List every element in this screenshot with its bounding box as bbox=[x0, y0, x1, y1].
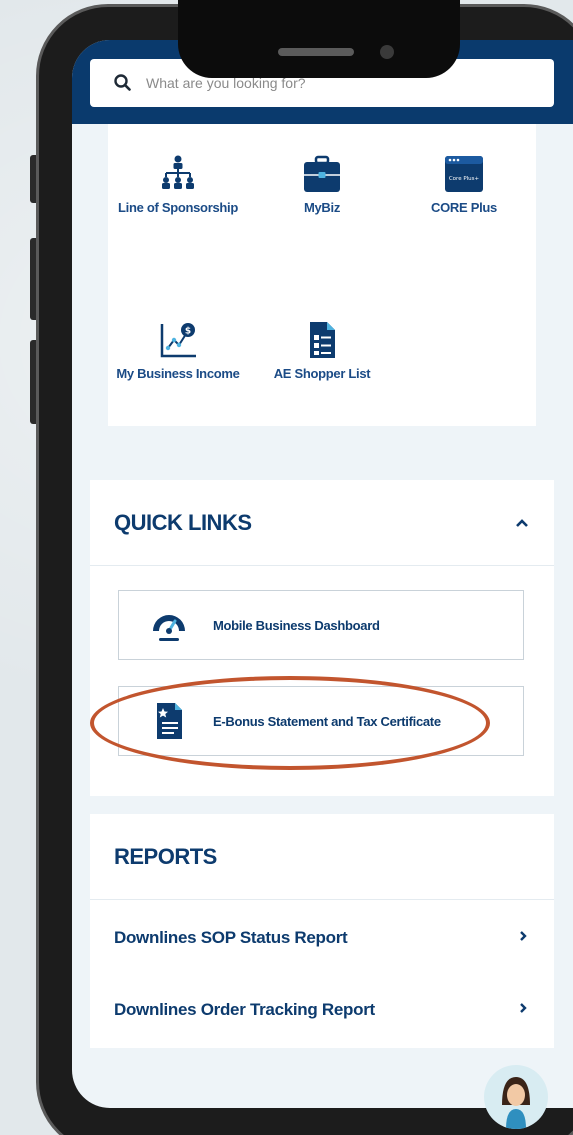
app-ae-shopper-list[interactable]: AE Shopper List bbox=[252, 320, 392, 381]
document-star-icon bbox=[149, 701, 189, 741]
reports-title: REPORTS bbox=[114, 843, 217, 869]
quick-link-label: Mobile Business Dashboard bbox=[213, 617, 380, 633]
chevron-up-icon[interactable] bbox=[514, 515, 530, 531]
app-label: My Business Income bbox=[116, 366, 240, 381]
search-icon bbox=[112, 72, 134, 94]
quick-links-card: QUICK LINKS Mobile Business Dashboard E-… bbox=[90, 480, 554, 796]
app-label: MyBiz bbox=[303, 200, 341, 215]
front-camera bbox=[380, 45, 394, 59]
app-core-plus[interactable]: Core Plus+ CORE Plus bbox=[394, 154, 534, 215]
app-line-of-sponsorship[interactable]: Line of Sponsorship bbox=[108, 154, 248, 215]
report-label: Downlines SOP Status Report bbox=[114, 928, 348, 947]
reports-card: REPORTS Downlines SOP Status Report Down… bbox=[90, 814, 554, 1048]
report-downlines-order-tracking[interactable]: Downlines Order Tracking Report bbox=[90, 974, 554, 1046]
income-chart-icon: $ bbox=[158, 320, 198, 360]
app-label: Line of Sponsorship bbox=[118, 200, 238, 215]
app-mybiz[interactable]: MyBiz bbox=[252, 154, 392, 215]
core-plus-window-icon: Core Plus+ bbox=[444, 154, 484, 194]
chevron-right-icon bbox=[516, 1001, 530, 1020]
quick-link-e-bonus-statement[interactable]: E-Bonus Statement and Tax Certificate bbox=[118, 686, 524, 756]
phone-notch bbox=[178, 0, 460, 78]
app-label: CORE Plus bbox=[431, 200, 497, 215]
report-downlines-sop-status[interactable]: Downlines SOP Status Report bbox=[90, 902, 554, 974]
quick-link-label: E-Bonus Statement and Tax Certificate bbox=[213, 713, 441, 729]
speedometer-icon bbox=[149, 605, 189, 645]
core-plus-icon-text: Core Plus+ bbox=[449, 176, 480, 182]
chevron-right-icon bbox=[516, 929, 530, 948]
reports-header: REPORTS bbox=[90, 814, 554, 900]
app-label: AE Shopper List bbox=[273, 366, 371, 381]
chat-assistant-avatar[interactable] bbox=[484, 1065, 548, 1129]
shopper-list-icon bbox=[302, 320, 342, 360]
app-grid: Line of Sponsorship MyBiz Core Plus+ COR… bbox=[108, 124, 536, 426]
phone-screen: Line of Sponsorship MyBiz Core Plus+ bbox=[72, 40, 573, 1108]
svg-text:$: $ bbox=[185, 327, 191, 337]
quick-link-mobile-business-dashboard[interactable]: Mobile Business Dashboard bbox=[118, 590, 524, 660]
report-label: Downlines Order Tracking Report bbox=[114, 1000, 375, 1019]
org-chart-icon bbox=[158, 154, 198, 194]
app-my-business-income[interactable]: $ My Business Income bbox=[108, 320, 248, 381]
speaker-grille bbox=[278, 48, 354, 56]
assistant-avatar-icon bbox=[502, 1077, 530, 1129]
briefcase-icon bbox=[302, 154, 342, 194]
quick-links-header[interactable]: QUICK LINKS bbox=[90, 480, 554, 566]
quick-links-title: QUICK LINKS bbox=[114, 509, 252, 535]
